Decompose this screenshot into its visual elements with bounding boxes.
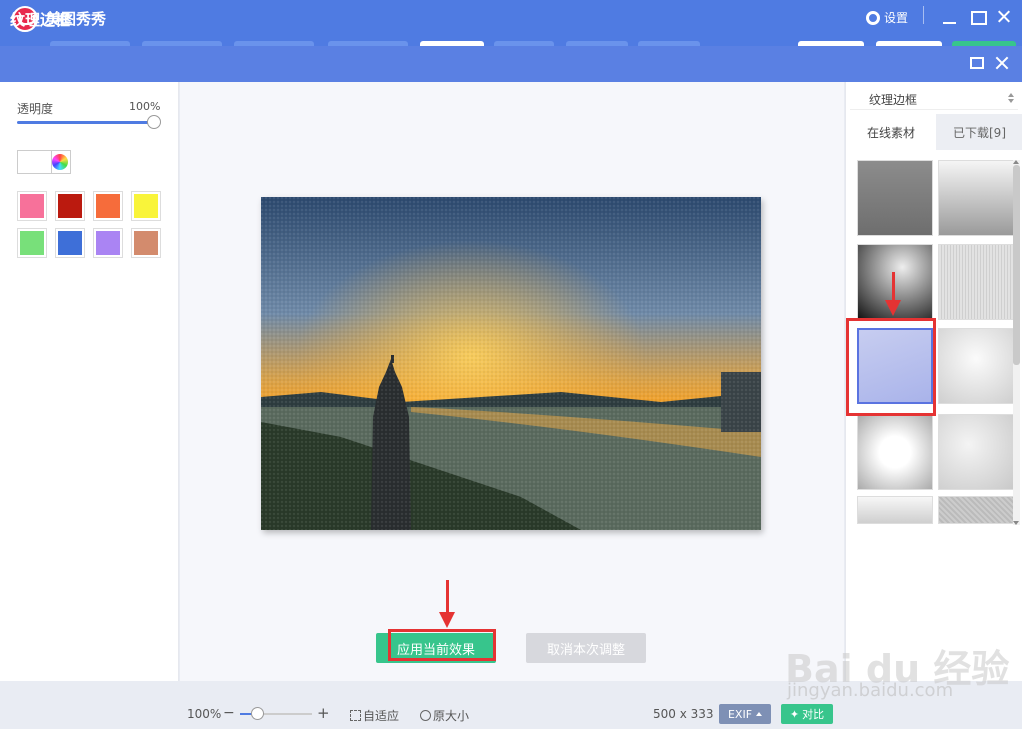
color-swatch[interactable] bbox=[17, 191, 47, 221]
zoom-in-button[interactable]: + bbox=[317, 704, 330, 722]
texture-thumbnail[interactable] bbox=[857, 160, 933, 236]
gear-icon bbox=[866, 10, 880, 25]
close-button[interactable] bbox=[995, 8, 1013, 26]
tab-online-materials[interactable]: 在线素材 bbox=[846, 114, 936, 150]
caret-up-icon bbox=[756, 712, 763, 716]
color-swatch[interactable] bbox=[93, 191, 123, 221]
dropdown-down-icon bbox=[1008, 99, 1014, 103]
annotation-highlight-box bbox=[846, 318, 936, 416]
minimize-button[interactable] bbox=[941, 8, 959, 26]
fit-icon bbox=[350, 710, 361, 721]
thumbnail-scrollbar[interactable] bbox=[1013, 160, 1020, 525]
color-swatch[interactable] bbox=[55, 228, 85, 258]
original-size-button[interactable]: 原大小 bbox=[420, 707, 469, 724]
maximize-button[interactable] bbox=[969, 8, 987, 26]
category-label: 纹理边框 bbox=[869, 93, 918, 107]
texture-thumbnail[interactable] bbox=[938, 328, 1014, 404]
texture-thumbnail[interactable] bbox=[938, 414, 1014, 490]
dropdown-up-icon bbox=[1008, 93, 1014, 97]
scrollbar-thumb[interactable] bbox=[1013, 165, 1020, 365]
tab-downloaded[interactable]: 已下载[9] bbox=[936, 114, 1022, 150]
color-wheel-icon[interactable] bbox=[52, 154, 68, 170]
texture-thumbnail[interactable] bbox=[938, 160, 1014, 236]
annotation-arrow-shaft bbox=[446, 580, 449, 614]
zoom-slider-handle[interactable] bbox=[251, 707, 264, 720]
dialog-maximize-button[interactable] bbox=[970, 57, 984, 69]
sparkle-icon: ✦ bbox=[789, 707, 800, 721]
color-swatch[interactable] bbox=[17, 228, 47, 258]
watermark-url: jingyan.baidu.com bbox=[787, 680, 954, 701]
sunset-river-photo bbox=[261, 197, 761, 530]
annotation-arrow-head bbox=[885, 300, 901, 316]
opacity-label: 透明度 bbox=[17, 102, 54, 116]
texture-thumbnail[interactable] bbox=[857, 496, 933, 524]
fit-label: 自适应 bbox=[363, 709, 400, 723]
scroll-down-icon[interactable] bbox=[1013, 521, 1019, 525]
settings-button[interactable]: 设置 bbox=[866, 9, 908, 26]
original-size-label: 原大小 bbox=[433, 709, 470, 723]
color-swatch[interactable] bbox=[93, 228, 123, 258]
exif-label: EXIF bbox=[727, 707, 753, 721]
texture-thumbnail[interactable] bbox=[857, 414, 933, 490]
fit-to-window-button[interactable]: 自适应 bbox=[350, 707, 399, 724]
zoom-out-button[interactable]: − bbox=[223, 705, 235, 721]
title-separator bbox=[923, 6, 924, 24]
magnifier-icon bbox=[420, 710, 431, 721]
dialog-title: 纹理边框 bbox=[10, 11, 71, 29]
exif-button[interactable]: EXIF bbox=[719, 704, 771, 724]
texture-thumbnail[interactable] bbox=[938, 496, 1014, 524]
color-swatch[interactable] bbox=[131, 191, 161, 221]
cancel-adjustment-button[interactable]: 取消本次调整 bbox=[526, 633, 646, 663]
color-swatch[interactable] bbox=[131, 228, 161, 258]
annotation-arrow-head bbox=[439, 612, 455, 628]
settings-label: 设置 bbox=[884, 11, 909, 25]
opacity-value: 100% bbox=[129, 100, 161, 113]
photo-preview bbox=[261, 197, 761, 530]
category-dropdown[interactable]: 纹理边框 bbox=[850, 86, 1018, 110]
annotation-highlight-box bbox=[388, 629, 496, 661]
scroll-up-icon[interactable] bbox=[1013, 160, 1019, 164]
color-swatch[interactable] bbox=[55, 191, 85, 221]
opacity-slider-handle[interactable] bbox=[147, 115, 161, 129]
image-dimensions: 500 x 333 bbox=[653, 707, 714, 721]
zoom-level: 100% bbox=[187, 707, 222, 721]
opacity-slider-track[interactable] bbox=[17, 121, 155, 124]
left-panel: 透明度 100% bbox=[0, 82, 179, 681]
compare-button[interactable]: ✦ 对比 bbox=[781, 704, 833, 724]
color-picker[interactable] bbox=[17, 150, 71, 174]
compare-label: 对比 bbox=[802, 708, 825, 721]
dialog-close-button[interactable] bbox=[994, 55, 1010, 71]
texture-thumbnail[interactable] bbox=[938, 244, 1014, 320]
dialog-header bbox=[0, 46, 1022, 82]
